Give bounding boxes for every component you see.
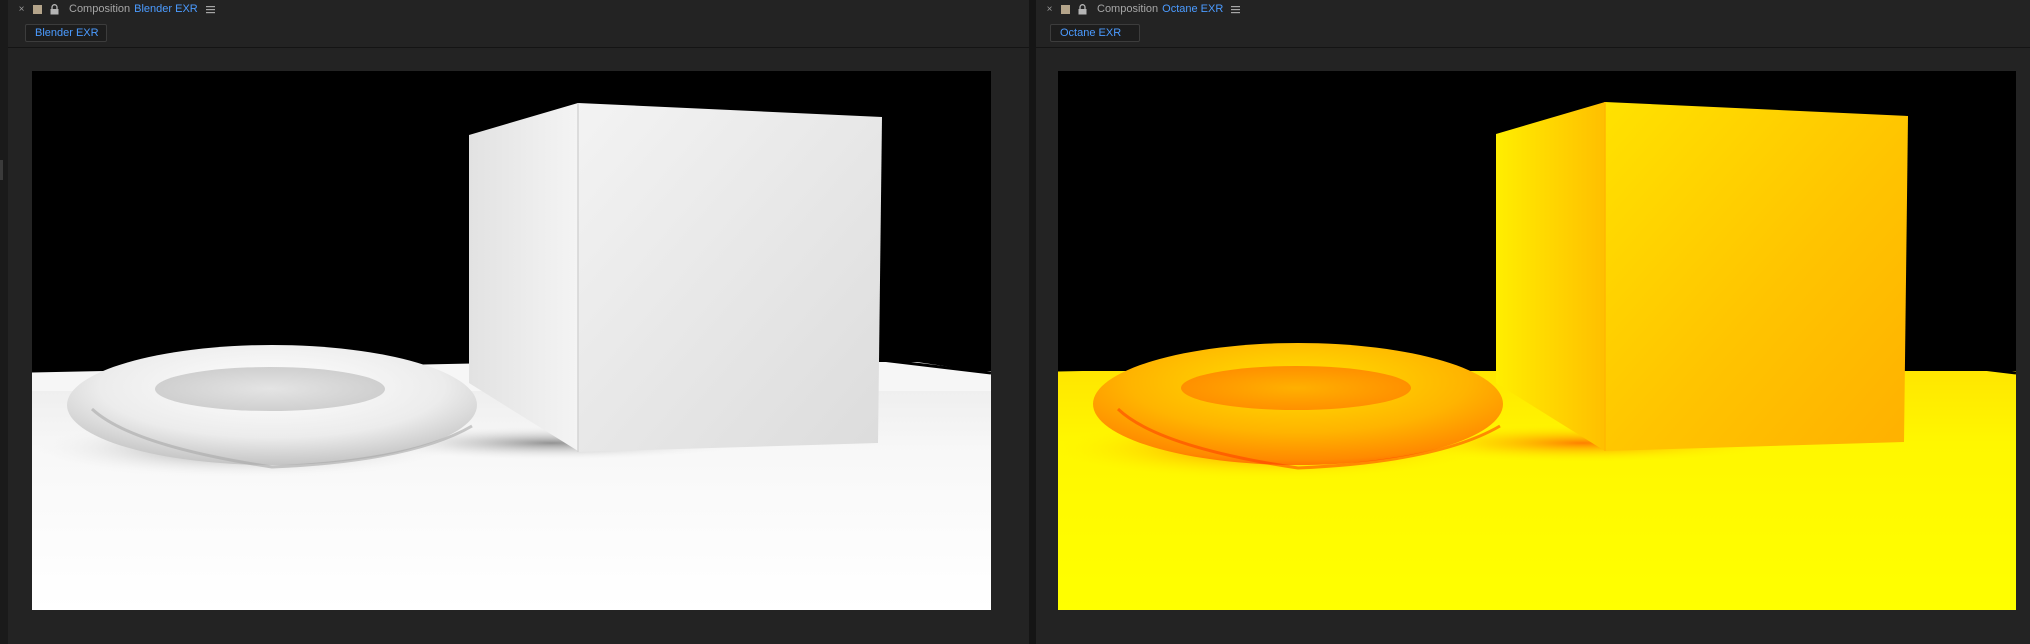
close-icon[interactable]: × — [1044, 4, 1055, 15]
render-image-grayscale — [32, 71, 991, 610]
composition-panel-blender: × Composition Blender EXR Blender EXR — [8, 0, 1029, 644]
render-preview-blender[interactable] — [32, 71, 991, 610]
panel-splitter[interactable] — [1029, 0, 1036, 644]
composition-viewer[interactable] — [8, 48, 1029, 644]
composition-navigator-bar: Blender EXR — [8, 20, 1029, 48]
comp-breadcrumb-button[interactable]: Octane EXR — [1050, 24, 1140, 42]
render-preview-octane[interactable] — [1058, 71, 2016, 610]
panel-menu-icon[interactable] — [205, 5, 215, 14]
composition-panel-octane: × Composition Octane EXR Octane EXR — [1036, 0, 2030, 644]
label-color-swatch[interactable] — [33, 4, 42, 14]
render-image-heatmap — [1058, 71, 2016, 610]
panel-menu-icon[interactable] — [1231, 5, 1241, 14]
composition-navigator-bar: Octane EXR — [1036, 20, 2030, 48]
close-icon[interactable]: × — [16, 4, 27, 15]
comp-breadcrumb-button[interactable]: Blender EXR — [25, 24, 107, 42]
tab-composition-name[interactable]: Octane EXR — [1162, 3, 1223, 15]
label-color-swatch[interactable] — [1061, 4, 1070, 14]
tab-prefix-label: Composition — [69, 3, 131, 15]
tab-composition-name[interactable]: Blender EXR — [134, 3, 198, 15]
lock-icon[interactable] — [50, 3, 59, 15]
panel-tab-header: × Composition Blender EXR — [8, 0, 1029, 18]
left-edge-grip[interactable] — [0, 160, 3, 180]
workspace: × Composition Blender EXR Blender EXR × … — [0, 0, 2030, 644]
panel-tab-header: × Composition Octane EXR — [1036, 0, 2030, 18]
lock-icon[interactable] — [1078, 3, 1087, 15]
composition-viewer[interactable] — [1036, 48, 2030, 644]
tab-prefix-label: Composition — [1097, 3, 1159, 15]
